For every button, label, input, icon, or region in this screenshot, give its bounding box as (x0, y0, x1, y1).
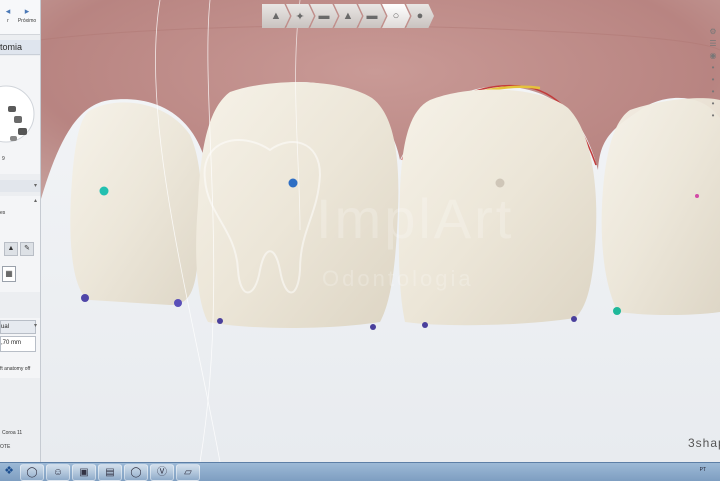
dot-icon[interactable]: • (706, 98, 720, 110)
messenger-icon[interactable]: ☺ (46, 464, 70, 481)
nav-header: ◂ r ▸ Próximo (0, 0, 40, 35)
control-point (370, 324, 376, 330)
anatomy-library-preview: 9 (0, 56, 40, 174)
skype-icon[interactable]: Ⓥ (150, 464, 174, 481)
dot-icon[interactable]: • (706, 86, 720, 98)
left-panel: ◂ r ▸ Próximo tomia 9 ▾ ▴ es ▲ ✎ ▦ ual ▾… (0, 0, 41, 462)
tooth-prep-icon[interactable]: ▲ (262, 4, 290, 28)
app-icon[interactable]: ▱ (176, 464, 200, 481)
menu-icon[interactable]: ☰ (706, 38, 720, 50)
library-value: 9 (2, 156, 5, 162)
arrow-next-icon: ▸ (24, 6, 30, 16)
language-indicator[interactable]: PT (700, 467, 706, 473)
parameters-section: ual ▾ ,70 mm ft anatomy off (0, 318, 40, 378)
browser-icon[interactable]: ◯ (20, 464, 44, 481)
tooth-shape-icon[interactable]: ○ (382, 4, 410, 28)
back-button[interactable]: ◂ r (0, 4, 18, 30)
next-label: Próximo (17, 18, 37, 24)
footer-label: OTE (0, 444, 11, 450)
gingiva-icon[interactable]: ▬ (358, 4, 386, 28)
control-point (217, 318, 223, 324)
thickness-field[interactable]: ,70 mm (0, 336, 36, 352)
chevron-up-icon[interactable]: ▴ (34, 197, 37, 204)
dot-icon[interactable]: • (706, 74, 720, 86)
next-button[interactable]: ▸ Próximo (17, 4, 37, 30)
chevron-down-icon: ▾ (33, 323, 37, 329)
control-point (422, 322, 428, 328)
brand-logo: 3shape (688, 436, 720, 450)
start-menu-icon[interactable]: ❖ (2, 464, 16, 479)
control-point (81, 294, 89, 302)
scan-points-icon[interactable]: ✦ (286, 4, 314, 28)
option-label: es (0, 210, 6, 216)
arrow-back-icon: ◂ (5, 6, 11, 16)
control-point (174, 299, 182, 307)
cutting-plane-icon[interactable]: ▦ (2, 266, 16, 282)
workflow-toolbar: ▲ ✦ ▬ ▲ ▬ ○ ● (262, 4, 434, 28)
right-toolbar: ⚙ ☰ ◉ • • • • • (706, 26, 720, 122)
view-icon[interactable]: ◉ (706, 50, 720, 62)
crown-icon[interactable]: ▬ (310, 4, 338, 28)
control-point (613, 307, 621, 315)
dot-icon[interactable]: • (706, 110, 720, 122)
chevron-down-icon: ▾ (33, 183, 37, 189)
options-section: ▴ es ▲ ✎ ▦ (0, 196, 40, 292)
section-collapse[interactable]: ▾ (0, 180, 40, 192)
section-title: tomia (0, 40, 40, 55)
control-point (571, 316, 577, 322)
taskbar: ❖ ◯ ☺ ▣ ▤ ◯ Ⓥ ▱ PT (0, 462, 720, 481)
3d-viewport[interactable]: ImplArt Odontologia (0, 0, 720, 462)
anatomy-toggle[interactable]: ft anatomy off (0, 366, 30, 372)
gear-icon[interactable]: ⚙ (706, 26, 720, 38)
tooth-22 (601, 98, 720, 315)
model-icon[interactable]: ▲ (334, 4, 362, 28)
watermark-subtitle: Odontologia (322, 266, 474, 291)
mode-select[interactable]: ual (0, 320, 36, 334)
control-point (695, 194, 699, 198)
tooth-library-icon[interactable] (0, 74, 40, 154)
dental-app-icon[interactable]: ◯ (124, 464, 148, 481)
dot-icon[interactable]: • (706, 62, 720, 74)
watermark-title: ImplArt (316, 187, 515, 250)
status-text: Coroa 11 (2, 430, 23, 436)
sculpt-tool-icon[interactable]: ▲ (4, 242, 18, 256)
brush-tool-icon[interactable]: ✎ (20, 242, 34, 256)
finish-icon[interactable]: ● (406, 4, 434, 28)
window-icon[interactable]: ▣ (72, 464, 96, 481)
control-point (288, 178, 298, 188)
control-point (99, 186, 109, 196)
folder-icon[interactable]: ▤ (98, 464, 122, 481)
back-label: r (7, 18, 9, 24)
